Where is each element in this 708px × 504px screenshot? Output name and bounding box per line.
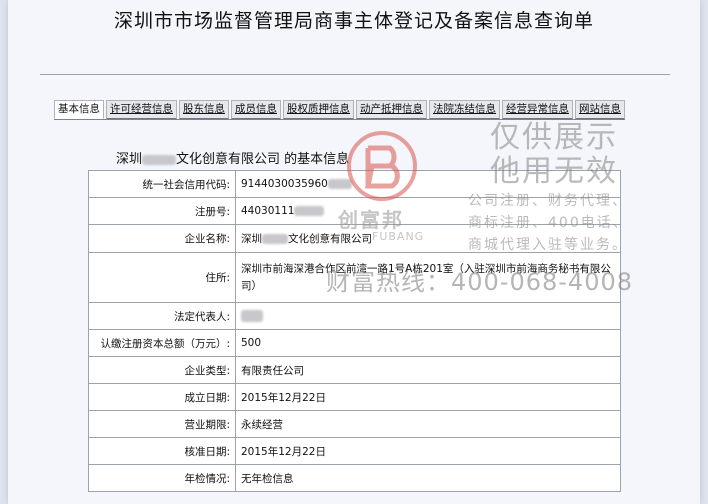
document-page: 深圳市市场监督管理局商事主体登记及备案信息查询单 基本信息 许可经营信息 股东信… [8,0,700,504]
row-value: 44030111 [235,197,621,225]
term-value: 永续经营 [235,410,621,438]
table-row: 企业名称: 深圳 文化创意有限公司 [88,224,621,253]
tab-shareholder-info[interactable]: 股东信息 [179,100,229,120]
address-value: 深圳市前海深港合作区前湾一路1号A栋201室（入驻深圳市前海商务秘书有限公司） [235,252,621,303]
row-label: 企业类型: [88,356,236,384]
tab-basic-info[interactable]: 基本信息 [54,100,104,119]
row-label: 法定代表人: [88,302,236,330]
table-row: 住所: 深圳市前海深港合作区前湾一路1号A栋201室（入驻深圳市前海商务秘书有限… [88,252,621,303]
redaction-blur [294,206,325,216]
established-value: 2015年12月22日 [235,383,621,411]
table-row: 成立日期: 2015年12月22日 [88,383,621,411]
table-row: 年检情况: 无年检信息 [88,464,621,492]
tab-bar: 基本信息 许可经营信息 股东信息 成员信息 股权质押信息 动产抵押信息 法院冻结… [54,100,625,120]
tab-member-info[interactable]: 成员信息 [231,100,281,120]
row-label: 成立日期: [88,383,236,411]
company-name-prefix: 深圳 [241,233,262,245]
row-label: 认缴注册资本总额（万元）: [88,329,236,357]
row-value: 深圳 文化创意有限公司 [235,224,621,253]
tab-website-info[interactable]: 网站信息 [575,100,625,120]
tab-abnormal-operation-info[interactable]: 经营异常信息 [502,100,573,120]
basic-info-table: 统一社会信用代码: 9144030035960 注册号: 44030111 企业… [88,170,621,492]
tab-equity-pledge-info[interactable]: 股权质押信息 [283,100,354,120]
tab-underline [54,119,622,120]
table-row: 核准日期: 2015年12月22日 [88,437,621,465]
capital-value: 500 [235,329,621,357]
subtitle-suffix: 文化创意有限公司 的基本信息 [176,152,350,167]
title-divider [40,74,670,75]
redaction-blur [142,154,177,165]
table-row: 营业期限: 永续经营 [88,410,621,438]
table-row: 统一社会信用代码: 9144030035960 [88,170,621,198]
row-value: 9144030035960 [235,170,621,198]
reg-no-value: 44030111 [241,205,295,217]
row-label: 企业名称: [88,224,236,253]
table-row: 法定代表人: [88,302,621,330]
row-value [235,302,621,330]
tab-chattel-mortgage-info[interactable]: 动产抵押信息 [356,100,427,120]
document-title: 深圳市市场监督管理局商事主体登记及备案信息查询单 [113,10,594,32]
redaction-blur [327,179,352,189]
row-label: 年检情况: [88,464,236,492]
table-row: 认缴注册资本总额（万元）: 500 [88,329,621,357]
row-label: 住所: [88,252,236,303]
row-label: 注册号: [88,197,236,225]
section-subtitle: 深圳 文化创意有限公司 的基本信息 [116,148,349,167]
tab-court-freeze-info[interactable]: 法院冻结信息 [429,100,500,120]
subtitle-prefix: 深圳 [116,152,143,167]
table-row: 注册号: 44030111 [88,197,621,225]
approved-value: 2015年12月22日 [235,437,621,465]
type-value: 有限责任公司 [235,356,621,384]
row-label: 统一社会信用代码: [88,170,236,198]
tab-license-info[interactable]: 许可经营信息 [106,100,177,120]
redaction-blur [241,310,263,322]
company-name-suffix: 文化创意有限公司 [288,233,372,245]
row-label: 营业期限: [88,410,236,438]
credit-code-value: 9144030035960 [241,178,328,190]
redaction-blur [262,234,288,244]
table-row: 企业类型: 有限责任公司 [88,356,621,384]
annual-value: 无年检信息 [235,464,621,492]
row-label: 核准日期: [88,437,236,465]
